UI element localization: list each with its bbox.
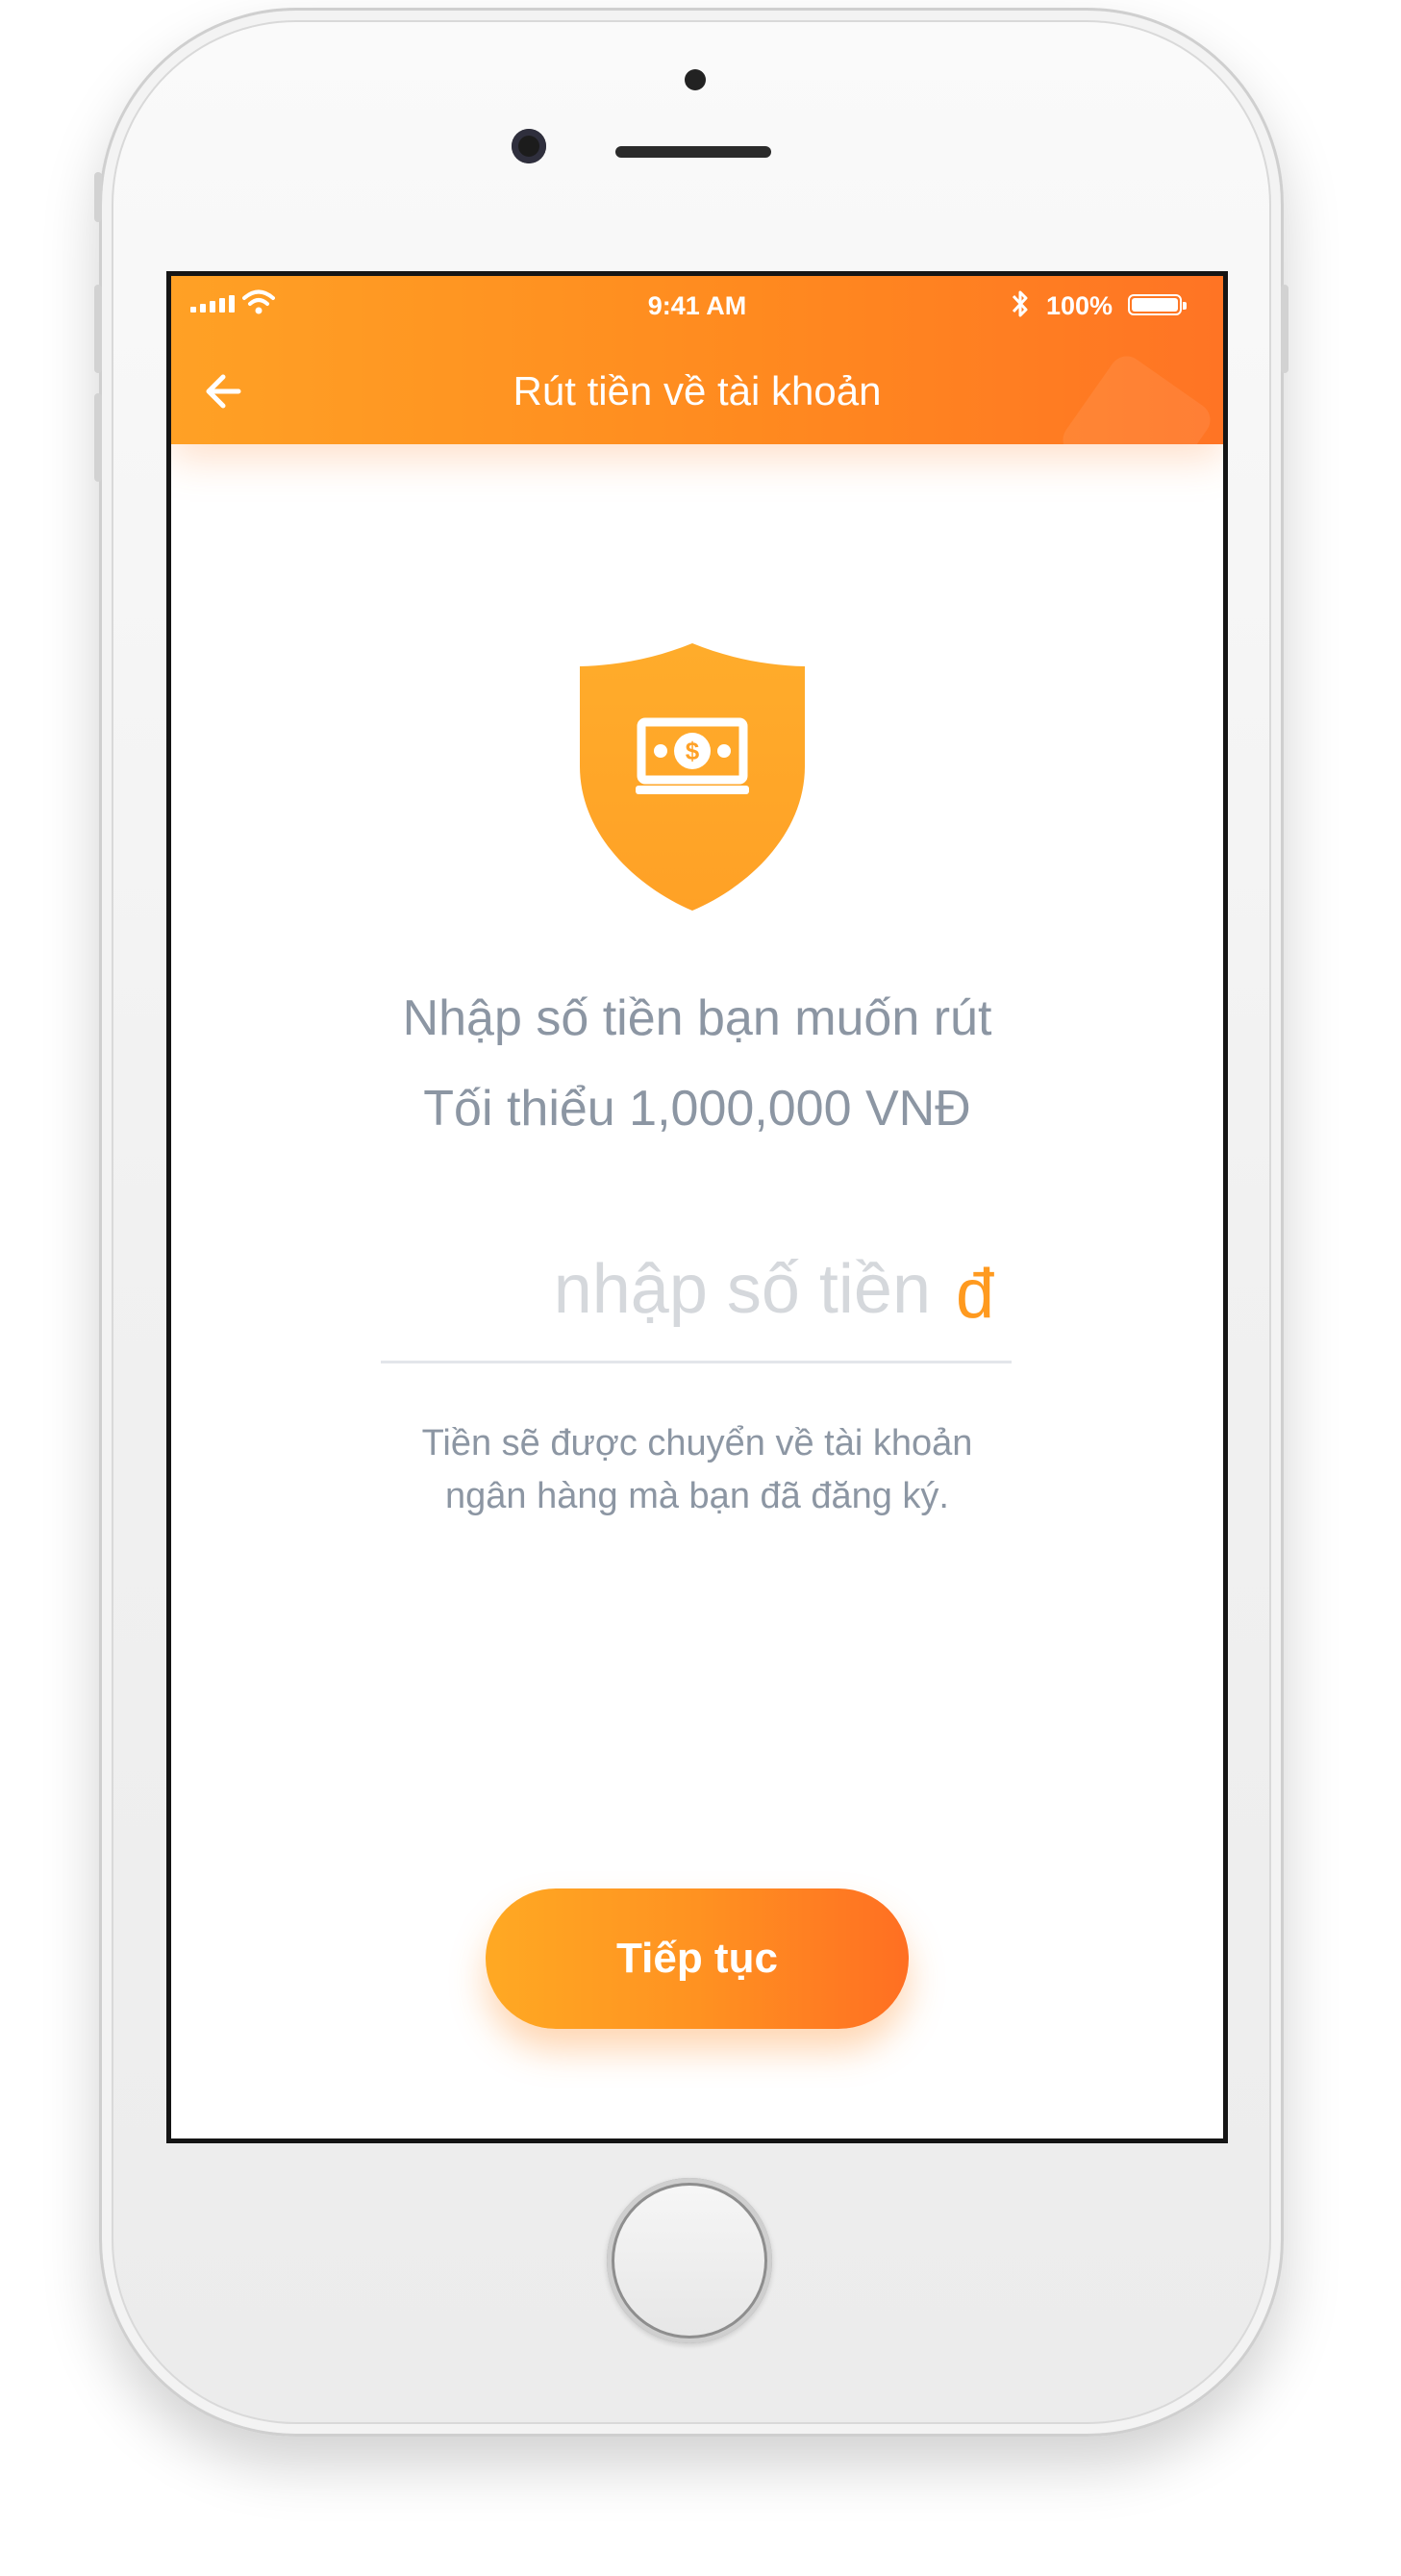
status-bar: 9:41 AM 100%: [171, 276, 1223, 334]
amount-underline: [381, 1361, 1012, 1363]
home-button[interactable]: [607, 2178, 772, 2343]
mute-switch: [94, 172, 102, 222]
front-camera: [512, 129, 546, 163]
volume-down-button: [94, 393, 102, 482]
minimum-amount-text: Tối thiểu 1,000,000 VNĐ: [423, 1081, 971, 1137]
volume-up-button: [94, 285, 102, 373]
currency-symbol: đ: [956, 1256, 995, 1333]
battery-icon: [1128, 294, 1187, 315]
amount-prompt: Nhập số tiền bạn muốn rút: [402, 990, 992, 1046]
page-title: Rút tiền về tài khoản: [513, 368, 882, 413]
battery-fill: [1132, 298, 1178, 312]
continue-button[interactable]: Tiếp tục: [486, 1888, 909, 2029]
shield-money-icon: $: [580, 643, 805, 911]
battery-percent: 100%: [1046, 291, 1113, 320]
power-button: [1281, 285, 1288, 373]
amount-field: đ: [381, 1236, 1012, 1361]
amount-input[interactable]: [381, 1236, 933, 1343]
svg-text:$: $: [686, 737, 700, 765]
transfer-note-line2: ngân hàng mà bạn đã đăng ký.: [445, 1476, 949, 1516]
transfer-note-line1: Tiền sẽ được chuyển về tài khoản: [421, 1423, 973, 1463]
navigation-bar: 9:41 AM 100% Rút tiền về tài khoản: [171, 276, 1223, 444]
earpiece-speaker: [615, 146, 771, 158]
app-screen: 9:41 AM 100% Rút tiền về tài khoản $ Nhậ…: [166, 271, 1228, 2143]
proximity-sensor: [685, 69, 706, 90]
bluetooth-icon: [1012, 290, 1028, 317]
